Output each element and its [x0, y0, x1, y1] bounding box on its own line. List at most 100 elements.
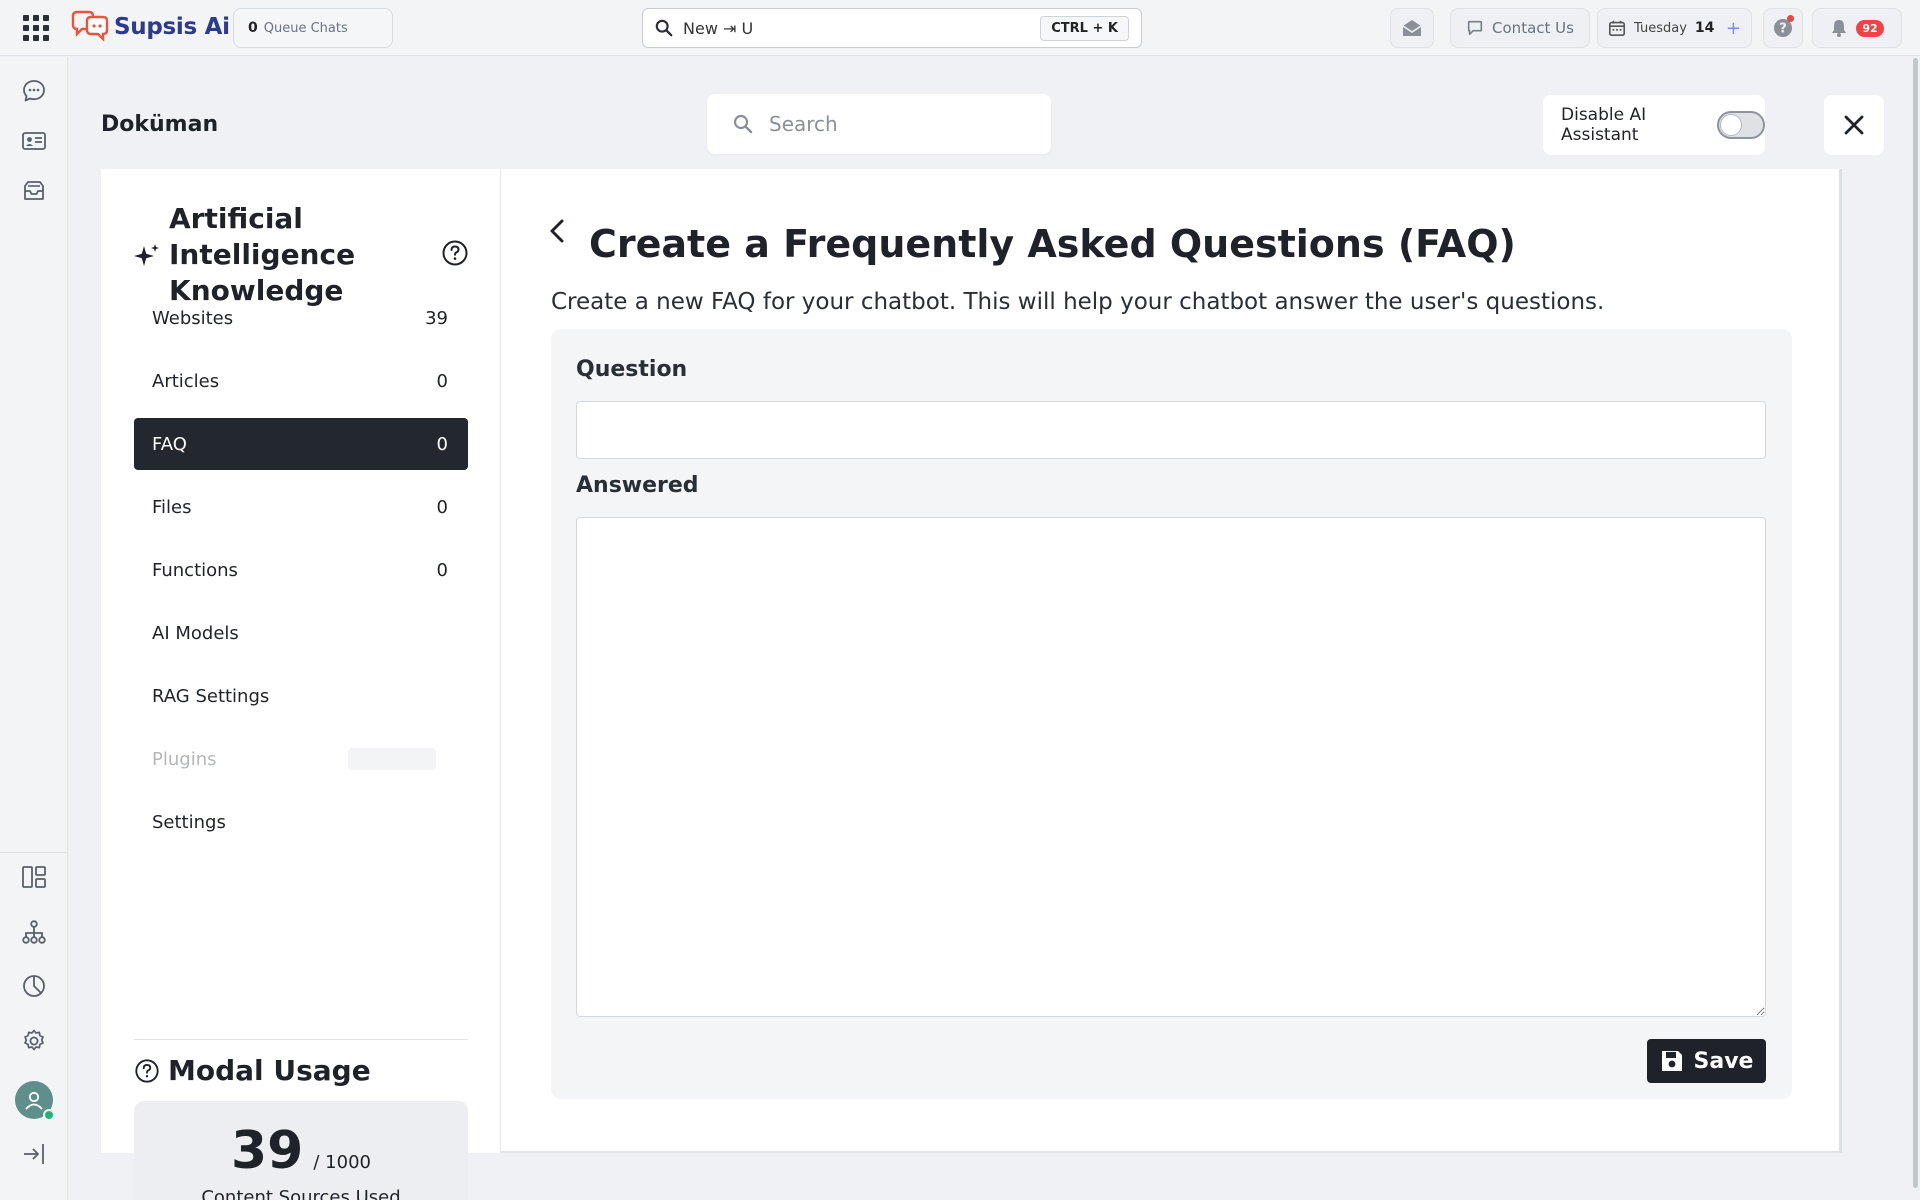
- faq-subtitle: Create a new FAQ for your chatbot. This …: [551, 289, 1605, 315]
- inbox-icon[interactable]: [20, 177, 48, 205]
- question-input[interactable]: [576, 401, 1766, 459]
- nav-item-count: 39: [425, 307, 448, 329]
- logout-icon[interactable]: [20, 1140, 48, 1168]
- nav-item-rag-settings[interactable]: RAG Settings: [134, 670, 468, 722]
- knowledge-sidebar: Artificial Intelligence Knowledge Websit…: [101, 169, 501, 1200]
- page-scrollbar-thumb[interactable]: [1913, 58, 1918, 1188]
- usage-title: Modal Usage: [168, 1054, 371, 1087]
- sidebar-divider: [134, 1039, 468, 1040]
- chat-bubble-icon: [1467, 20, 1483, 36]
- notification-count-badge: 92: [1856, 19, 1884, 37]
- nav-item-settings[interactable]: Settings: [134, 796, 468, 848]
- online-status-dot: [43, 1109, 55, 1121]
- faq-content-panel: Create a Frequently Asked Questions (FAQ…: [501, 169, 1842, 1153]
- nav-item-count: 0: [436, 370, 448, 392]
- coming-soon-pill: [348, 748, 436, 770]
- floppy-disk-icon: [1661, 1051, 1682, 1071]
- add-event-icon[interactable]: +: [1726, 18, 1741, 39]
- question-label: Question: [576, 357, 688, 382]
- nav-item-ai-models[interactable]: AI Models: [134, 607, 468, 659]
- global-search-box: CTRL + K: [642, 8, 1142, 48]
- nav-item-label: Files: [152, 496, 192, 518]
- search-icon: [733, 114, 753, 134]
- close-button[interactable]: [1824, 95, 1884, 155]
- nav-item-count: 0: [436, 496, 448, 518]
- flow-icon[interactable]: [20, 918, 48, 946]
- nav-item-label: Functions: [152, 559, 238, 581]
- answer-textarea[interactable]: [576, 517, 1766, 1017]
- nav-item-functions[interactable]: Functions 0: [134, 544, 468, 596]
- document-search-box: [707, 94, 1051, 154]
- back-arrow-icon[interactable]: [547, 217, 567, 247]
- nav-item-websites[interactable]: Websites 39: [134, 292, 468, 344]
- nav-item-label: FAQ: [152, 433, 187, 455]
- usage-card: 39 / 1000 Content Sources Used: [134, 1101, 468, 1200]
- user-icon: [25, 1091, 43, 1110]
- help-alert-dot: [1787, 15, 1794, 22]
- nav-item-count: 0: [436, 433, 448, 455]
- date-day: Tuesday: [1634, 20, 1687, 36]
- usage-caption: Content Sources Used: [201, 1187, 401, 1200]
- ai-assistant-toggle-box: Disable AI Assistant: [1543, 95, 1765, 155]
- save-button[interactable]: Save: [1647, 1039, 1766, 1083]
- reports-icon[interactable]: [20, 972, 48, 1000]
- ai-assistant-toggle[interactable]: [1717, 111, 1765, 139]
- queue-count: 0: [248, 20, 258, 36]
- calendar-icon: [1608, 20, 1626, 37]
- nav-item-plugins: Plugins: [134, 733, 468, 785]
- contact-us-label: Contact Us: [1492, 19, 1574, 37]
- queue-chats-button[interactable]: 0 Queue Chats: [233, 8, 393, 48]
- help-button[interactable]: ?: [1763, 8, 1803, 48]
- logo[interactable]: Supsis Ai: [70, 10, 230, 44]
- nav-item-faq[interactable]: FAQ 0: [134, 418, 468, 470]
- main-area: Doküman Disable AI Assistant Artificial …: [70, 57, 1920, 1200]
- nav-item-label: Articles: [152, 370, 220, 392]
- logo-chat-icon: [71, 10, 109, 42]
- settings-icon[interactable]: [20, 1027, 48, 1055]
- global-search-input[interactable]: [683, 18, 1041, 38]
- queue-label: Queue Chats: [263, 20, 348, 36]
- search-shortcut-hint: CTRL + K: [1040, 15, 1129, 41]
- document-search-input[interactable]: [769, 112, 999, 136]
- avatar[interactable]: [15, 1081, 55, 1121]
- layout-icon[interactable]: [20, 863, 48, 891]
- contact-card-icon[interactable]: [20, 127, 48, 155]
- ai-assistant-label: Disable AI Assistant: [1561, 105, 1647, 145]
- save-label: Save: [1693, 1048, 1754, 1074]
- apps-grid-icon[interactable]: [22, 14, 50, 42]
- chat-icon[interactable]: [20, 77, 48, 105]
- nav-item-files[interactable]: Files 0: [134, 481, 468, 533]
- contact-us-button[interactable]: Contact Us: [1450, 8, 1590, 48]
- notifications-button[interactable]: 92: [1812, 8, 1902, 48]
- mail-open-icon: [1402, 20, 1422, 36]
- nav-item-count: 0: [436, 559, 448, 581]
- faq-title: Create a Frequently Asked Questions (FAQ…: [589, 222, 1516, 266]
- knowledge-nav: Websites 39 Articles 0 FAQ 0 Files 0 Fun…: [134, 292, 468, 859]
- nav-item-label: RAG Settings: [152, 685, 270, 707]
- nav-item-articles[interactable]: Articles 0: [134, 355, 468, 407]
- toggle-knob: [1721, 115, 1742, 135]
- date-number: 14: [1694, 20, 1715, 36]
- help-circle-icon[interactable]: [441, 239, 469, 267]
- faq-form: Question Answered Save: [551, 329, 1792, 1099]
- svg-text:?: ?: [1779, 22, 1787, 37]
- rail-divider: [0, 852, 68, 853]
- sparkles-icon: [134, 244, 159, 266]
- mail-button[interactable]: [1390, 8, 1434, 48]
- usage-used: 39: [231, 1121, 304, 1181]
- usage-line: 39 / 1000: [134, 1121, 468, 1181]
- usage-header: Modal Usage: [134, 1054, 371, 1087]
- nav-item-label: Plugins: [152, 748, 217, 770]
- logo-text: Supsis Ai: [114, 14, 230, 40]
- search-icon: [655, 19, 673, 37]
- page-title: Doküman: [101, 112, 219, 137]
- help-circle-icon[interactable]: [134, 1058, 160, 1084]
- top-bar: Supsis Ai 0 Queue Chats CTRL + K Contact…: [0, 0, 1920, 56]
- bell-icon: [1832, 20, 1847, 37]
- answer-label: Answered: [576, 473, 699, 498]
- nav-item-label: AI Models: [152, 622, 239, 644]
- nav-item-label: Settings: [152, 811, 226, 833]
- date-widget[interactable]: Tuesday 14 +: [1597, 8, 1752, 48]
- left-rail: [0, 57, 68, 1200]
- usage-total: / 1000: [313, 1152, 371, 1173]
